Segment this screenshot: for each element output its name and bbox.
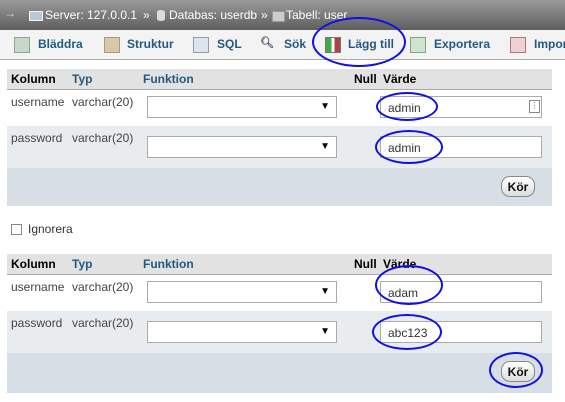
- browse-icon: [14, 37, 30, 53]
- database-icon: [157, 10, 165, 21]
- function-select[interactable]: ▼: [147, 321, 337, 343]
- table-row: username varchar(20) ▼ adam: [7, 275, 552, 311]
- go-button[interactable]: Kör: [501, 176, 535, 197]
- form-footer: Kör: [7, 168, 552, 206]
- column-header-row: Kolumn Typ Funktion Null Värde: [7, 254, 552, 275]
- tab-bar: Bläddra Struktur SQL 🔍︎ Sök Lägg till Ex…: [0, 30, 565, 60]
- form-footer: Kör: [7, 353, 552, 393]
- sql-icon: [193, 37, 209, 53]
- breadcrumb-database[interactable]: Databas: userdb: [169, 8, 257, 22]
- ignore-label: Ignorera: [28, 222, 73, 236]
- table-row: username varchar(20) ▼ admin ⋮: [7, 90, 552, 126]
- ignore-checkbox[interactable]: [11, 224, 22, 235]
- chevron-down-icon: ▼: [320, 101, 330, 112]
- table-row: password varchar(20) ▼ admin: [7, 126, 552, 168]
- chevron-down-icon: ▼: [320, 326, 330, 337]
- annotation-circle: [375, 265, 443, 305]
- column-header-row: Kolumn Typ Funktion Null Värde: [7, 69, 552, 90]
- function-select[interactable]: ▼: [147, 136, 337, 158]
- annotation-circle: [312, 17, 406, 67]
- chevron-down-icon: ▼: [320, 141, 330, 152]
- annotation-circle: [489, 352, 543, 388]
- table-row: password varchar(20) ▼ abc123: [7, 311, 552, 353]
- input-helper-icon[interactable]: ⋮: [529, 100, 540, 113]
- export-icon: [410, 37, 426, 53]
- annotation-circle: [372, 314, 442, 350]
- function-select[interactable]: ▼: [147, 281, 337, 303]
- table-icon: [272, 11, 285, 22]
- annotation-circle: [375, 130, 443, 164]
- import-icon: [510, 37, 526, 53]
- breadcrumb-server[interactable]: Server: 127.0.0.1: [45, 8, 137, 22]
- server-icon: [29, 11, 43, 21]
- structure-icon: [104, 37, 120, 53]
- function-select[interactable]: ▼: [147, 96, 337, 118]
- breadcrumb-separator: »: [261, 8, 268, 22]
- breadcrumb: → Server: 127.0.0.1 » Databas: userdb » …: [0, 0, 565, 31]
- breadcrumb-separator: »: [143, 8, 150, 22]
- search-icon: 🔍︎: [260, 37, 274, 49]
- annotation-circle: [376, 92, 438, 121]
- back-arrow-icon[interactable]: →: [4, 6, 16, 20]
- chevron-down-icon: ▼: [320, 286, 330, 297]
